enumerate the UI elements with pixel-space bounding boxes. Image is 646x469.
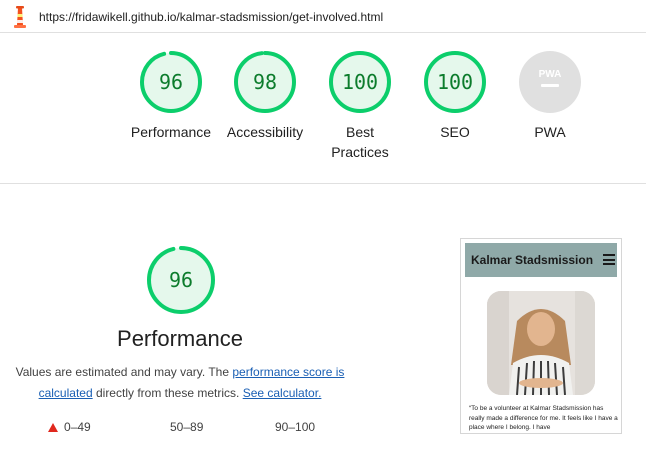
score-legend: 0–49 50–89 90–100 xyxy=(0,420,360,440)
description-text: directly from these metrics. xyxy=(92,386,243,400)
best-practices-gauge-ring: 100 xyxy=(329,51,391,113)
gauge-label: Performance xyxy=(130,124,212,140)
gauge-label: Best Practices xyxy=(310,122,410,162)
legend-average: 50–89 xyxy=(170,420,204,434)
performance-description: Values are estimated and may vary. The p… xyxy=(14,362,346,404)
performance-score: 96 xyxy=(169,268,193,292)
lighthouse-icon xyxy=(14,6,26,28)
final-screenshot[interactable]: Kalmar Stadsmission “To be a volunteer a… xyxy=(460,238,622,434)
report-url[interactable]: https://fridawikell.github.io/kalmar-sta… xyxy=(39,10,383,24)
gauge-label: Accessibility xyxy=(226,124,304,140)
gauge-pwa[interactable]: PWA PWA xyxy=(500,49,600,142)
gauge-accessibility[interactable]: 98 Accessibility xyxy=(215,49,315,142)
site-title: Kalmar Stadsmission xyxy=(471,253,594,267)
gauge-seo[interactable]: 100 SEO xyxy=(405,49,505,142)
fail-triangle-icon xyxy=(48,423,58,432)
gauge-best-practices[interactable]: 100 Best Practices xyxy=(310,49,410,162)
seo-gauge-ring: 100 xyxy=(424,51,486,113)
report-topbar: https://fridawikell.github.io/kalmar-sta… xyxy=(0,0,646,33)
description-text: Values are estimated and may vary. The xyxy=(15,365,233,379)
performance-title: Performance xyxy=(117,326,243,351)
pwa-badge-text: PWA xyxy=(539,69,562,80)
gauge-label: SEO xyxy=(440,124,470,140)
accessibility-gauge-ring: 98 xyxy=(234,51,296,113)
legend-pass: 90–100 xyxy=(275,420,316,434)
legend-fail: 0–49 xyxy=(48,420,91,434)
gauge-performance[interactable]: 96 Performance xyxy=(121,49,221,142)
category-gauges: 96 Performance 98 Accessibility 100 Best… xyxy=(0,33,646,183)
gauge-label: PWA xyxy=(534,124,566,140)
site-header: Kalmar Stadsmission xyxy=(465,243,617,277)
gauge-score: 96 xyxy=(159,70,183,94)
pwa-badge-icon: PWA xyxy=(519,51,581,113)
gauge-label-line2: Practices xyxy=(331,144,389,160)
gauge-label-line1: Best xyxy=(345,124,374,140)
volunteer-quote: “To be a volunteer at Kalmar Stadsmissio… xyxy=(469,405,618,431)
performance-large-gauge: 96 xyxy=(147,246,215,314)
gauge-score: 98 xyxy=(253,70,277,94)
see-calculator-link[interactable]: See calculator. xyxy=(243,386,322,400)
performance-gauge-ring: 96 xyxy=(140,51,202,113)
gauge-score: 100 xyxy=(342,70,378,94)
gauge-score: 100 xyxy=(437,70,473,94)
volunteer-photo xyxy=(487,291,595,395)
hamburger-menu-icon xyxy=(603,254,615,265)
legend-fail-range: 0–49 xyxy=(64,420,91,434)
